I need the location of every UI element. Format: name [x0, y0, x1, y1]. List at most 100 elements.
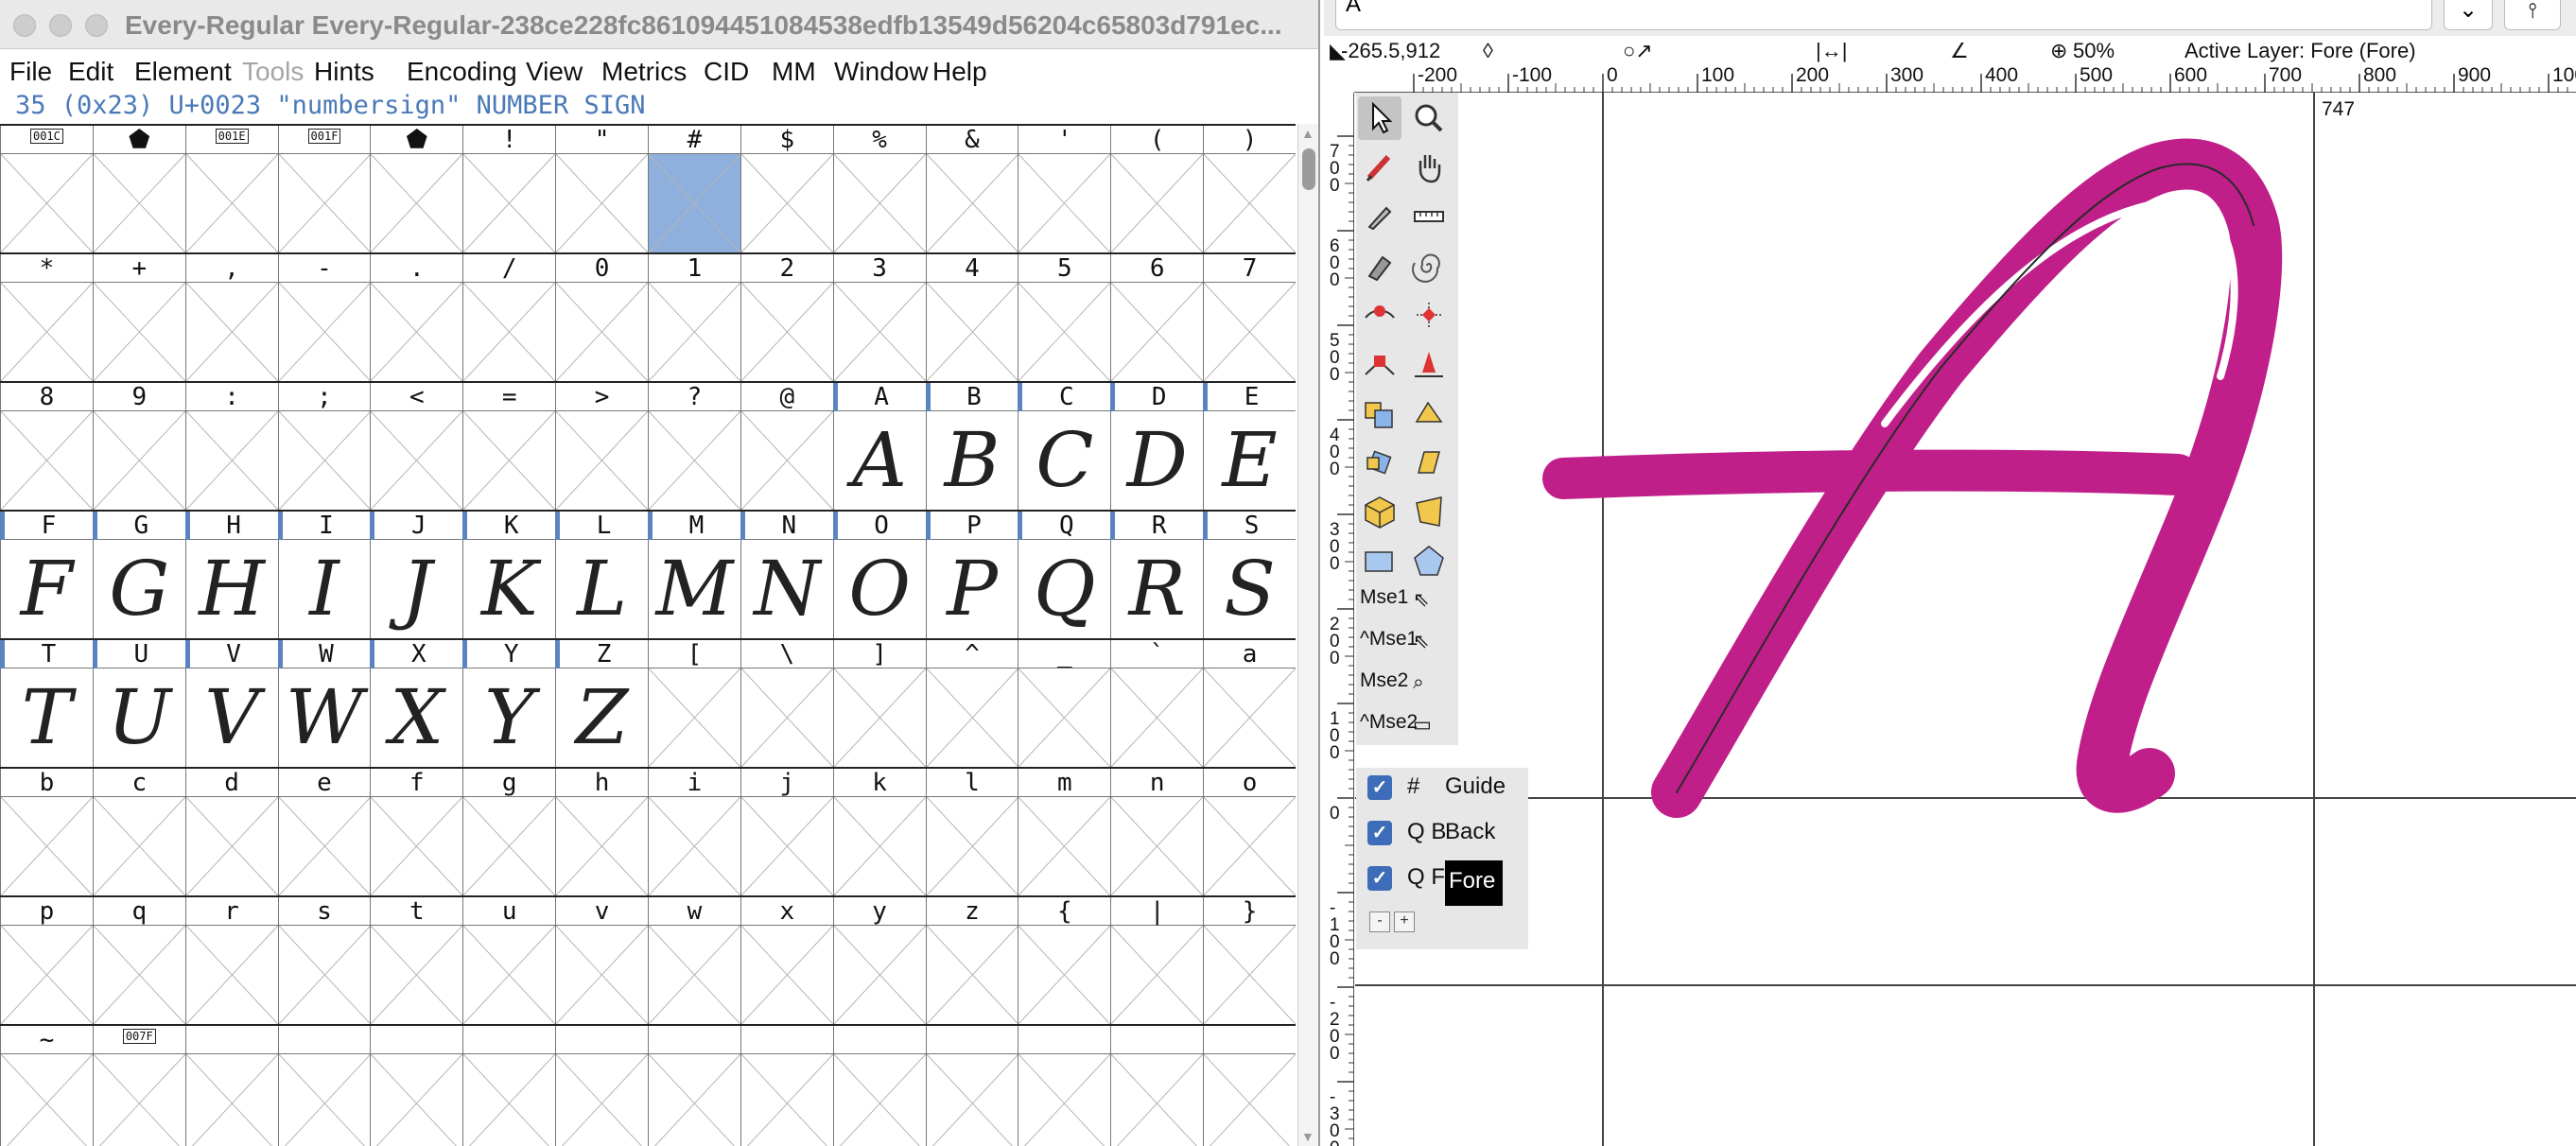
glyph-label[interactable]: , — [184, 254, 278, 283]
glyph-label[interactable]: @ — [740, 383, 833, 411]
glyph-cell[interactable] — [740, 797, 833, 895]
glyph-cell[interactable] — [648, 668, 740, 767]
glyph-cell[interactable] — [740, 154, 833, 252]
glyph-cell[interactable] — [0, 283, 93, 381]
rotate-tool[interactable] — [1358, 441, 1401, 484]
glyph-cell[interactable] — [555, 283, 648, 381]
glyph-label[interactable]: 1 — [648, 254, 740, 283]
menu-metrics[interactable]: Metrics — [601, 57, 687, 87]
add-tangent-point-tool[interactable] — [1407, 342, 1451, 386]
glyph-label[interactable]: ] — [832, 640, 926, 668]
glyph-cell[interactable]: T — [0, 668, 93, 767]
layer-row-back[interactable]: ✓ Q B Back — [1356, 813, 1528, 851]
glyph-cell[interactable]: C — [1018, 411, 1110, 510]
glyph-label[interactable]: 0 — [555, 254, 648, 283]
glyph-cell[interactable] — [184, 1054, 278, 1146]
glyph-label[interactable]: k — [832, 769, 926, 797]
glyph-label[interactable]: - — [277, 254, 371, 283]
glyph-label[interactable]: & — [925, 126, 1018, 154]
glyph-label[interactable]: # — [648, 126, 740, 154]
glyph-label[interactable]: U — [92, 640, 185, 668]
menu-file[interactable]: File — [9, 57, 52, 87]
glyph-label[interactable]: E — [1203, 383, 1296, 411]
scroll-up-arrow-icon[interactable]: ▲ — [1301, 126, 1314, 141]
close-window-button[interactable] — [13, 14, 36, 37]
glyph-label[interactable]: 4 — [925, 254, 1018, 283]
glyph-label[interactable]: c — [92, 769, 185, 797]
glyph-label[interactable]: 001E — [184, 126, 278, 154]
rectangle-tool[interactable] — [1358, 539, 1401, 582]
glyph-label[interactable]: C — [1018, 383, 1110, 411]
glyph-cell[interactable] — [0, 1054, 93, 1146]
layer-name[interactable]: Back — [1445, 819, 1495, 845]
glyph-cell[interactable] — [925, 926, 1018, 1024]
glyph-label[interactable]: N — [740, 512, 833, 540]
glyph-cell[interactable]: G — [92, 540, 185, 638]
glyph-cell[interactable] — [1018, 283, 1111, 381]
layer-row-guide[interactable]: ✓ # Guide — [1356, 768, 1528, 806]
menu-hints[interactable]: Hints — [314, 57, 374, 87]
glyph-cell[interactable] — [370, 926, 463, 1024]
glyph-label[interactable]: | — [1110, 897, 1203, 926]
menu-view[interactable]: View — [526, 57, 583, 87]
glyph-label[interactable]: T — [0, 640, 93, 668]
glyph-cell[interactable] — [925, 154, 1018, 252]
glyph-cell[interactable] — [462, 283, 556, 381]
menu-window[interactable]: Window — [834, 57, 929, 87]
glyph-label[interactable]: x — [740, 897, 833, 926]
glyph-label[interactable]: Y — [462, 640, 555, 668]
glyph-cell[interactable] — [184, 283, 278, 381]
glyph-label[interactable]: D — [1110, 383, 1203, 411]
glyph-cell[interactable] — [555, 926, 648, 1024]
glyph-label[interactable]: H — [184, 512, 278, 540]
glyph-cell[interactable] — [1110, 926, 1204, 1024]
glyph-label[interactable]: l — [925, 769, 1018, 797]
glyph-label[interactable]: Z — [555, 640, 648, 668]
glyph-cell[interactable]: S — [1203, 540, 1296, 638]
glyph-label[interactable]: m — [1018, 769, 1110, 797]
glyph-cell[interactable] — [1018, 926, 1111, 1024]
glyph-cell[interactable]: N — [740, 540, 833, 638]
glyph-label[interactable]: \ — [740, 640, 833, 668]
glyph-label[interactable]: q — [92, 897, 185, 926]
glyph-label[interactable]: . — [370, 254, 462, 283]
glyph-cell[interactable] — [832, 1054, 926, 1146]
ruler-tool[interactable] — [1407, 195, 1451, 238]
glyph-cell[interactable]: L — [555, 540, 648, 638]
glyph-label[interactable]: t — [370, 897, 462, 926]
glyph-cell[interactable] — [370, 411, 463, 510]
glyph-cell[interactable] — [925, 668, 1018, 767]
add-layer-button[interactable]: + — [1394, 912, 1415, 932]
glyph-cell[interactable] — [0, 411, 93, 510]
glyph-label[interactable]: V — [184, 640, 278, 668]
glyph-cell[interactable]: K — [462, 540, 555, 638]
glyph-label[interactable]: o — [1203, 769, 1296, 797]
layer-visible-checkbox[interactable]: ✓ — [1367, 821, 1392, 845]
glyph-cell[interactable]: V — [184, 668, 278, 767]
glyph-label[interactable]: 7 — [1203, 254, 1296, 283]
glyph-cell[interactable]: E — [1203, 411, 1296, 510]
polygon-tool[interactable] — [1407, 539, 1451, 582]
glyph-cell[interactable]: P — [925, 540, 1018, 638]
glyph-label[interactable]: ) — [1203, 126, 1296, 154]
glyph-label[interactable]: z — [925, 897, 1018, 926]
glyph-label[interactable] — [184, 1026, 278, 1054]
knife-tool[interactable] — [1358, 195, 1401, 238]
glyph-label[interactable]: n — [1110, 769, 1203, 797]
menu-edit[interactable]: Edit — [68, 57, 113, 87]
glyph-label[interactable]: 007F — [92, 1026, 185, 1054]
font-view-scrollbar[interactable]: ▲ ▼ — [1297, 124, 1318, 1146]
scroll-tool[interactable] — [1407, 146, 1451, 189]
glyph-cell[interactable] — [92, 797, 185, 895]
minimize-window-button[interactable] — [49, 14, 72, 37]
glyph-cell[interactable] — [92, 411, 185, 510]
glyph-label[interactable]: B — [925, 383, 1018, 411]
pen-tool[interactable] — [1358, 244, 1401, 287]
layer-visible-checkbox[interactable]: ✓ — [1367, 775, 1392, 800]
add-hv-curve-point-tool[interactable] — [1407, 293, 1451, 337]
glyph-cell[interactable] — [1203, 668, 1296, 767]
glyph-cell[interactable]: Y — [462, 668, 555, 767]
glyph-cell[interactable] — [184, 926, 278, 1024]
glyph-label[interactable]: p — [0, 897, 93, 926]
glyph-label[interactable]: P — [925, 512, 1018, 540]
